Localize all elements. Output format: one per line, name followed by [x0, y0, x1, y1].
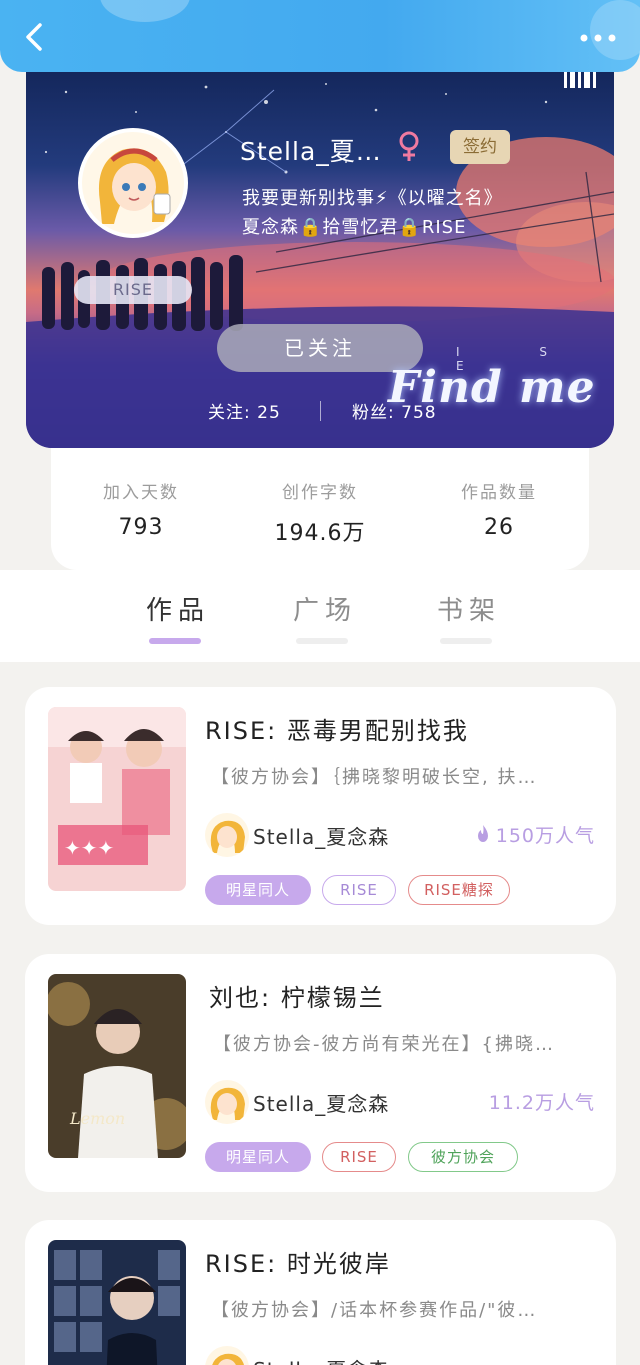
username: Stella_夏… — [240, 137, 382, 166]
tab-bookshelf[interactable]: 书架 — [437, 590, 501, 627]
popularity-text: 150万人气 — [495, 825, 595, 847]
back-arrow-icon[interactable] — [18, 20, 52, 54]
cover-illustration: ✦✦✦ — [48, 707, 186, 891]
find-me-overlay: Find me — [388, 362, 596, 413]
tag[interactable]: RISE — [322, 875, 396, 905]
tab-bar: 作品 广场 书架 — [0, 570, 640, 662]
tab-active-indicator — [149, 638, 201, 644]
bio-line: 我要更新别找事⚡《以曜之名》 — [242, 188, 503, 209]
following-count[interactable]: 关注: 25 — [208, 398, 281, 423]
author-name[interactable]: Stella_夏念森 — [253, 1354, 389, 1365]
svg-text:✦✦✦: ✦✦✦ — [64, 836, 114, 860]
stat-value: 194.6万 — [274, 521, 366, 546]
signed-badge: 签约 — [450, 130, 510, 164]
tab-square[interactable]: 广场 — [293, 590, 357, 627]
tag[interactable]: RISE — [322, 1142, 396, 1172]
author-name[interactable]: Stella_夏念森 — [253, 1088, 389, 1117]
tag[interactable]: 彼方协会 — [408, 1142, 518, 1172]
bio: 我要更新别找事⚡《以曜之名》 夏念森🔒拾雪忆君🔒RISE — [242, 184, 562, 242]
more-dots-icon[interactable] — [578, 26, 618, 50]
group-tag: RISE — [74, 276, 192, 304]
profile-banner: RISE Stella_夏… 签约 我要更新别找事⚡《以曜之名》 夏念森🔒拾雪忆… — [26, 72, 614, 448]
stat-label: 加入天数 — [103, 483, 179, 503]
stats-card: 加入天数 793 创作字数 194.6万 作品数量 26 — [51, 448, 589, 570]
fire-icon — [477, 825, 488, 842]
author-avatar-illustration — [210, 1087, 245, 1120]
work-description: 【彼方协会】/话本杯参赛作品/"彼… — [211, 1300, 538, 1321]
work-description: 【彼方协会】｛拂晓黎明破长空, 扶… — [211, 767, 538, 788]
top-bar — [0, 0, 640, 72]
avatar-illustration — [82, 132, 184, 234]
work-card[interactable]: Lemon 刘也: 柠檬锡兰 【彼方协会-彼方尚有荣光在】{拂晓… Stella… — [25, 954, 616, 1192]
author-row[interactable]: Stella_夏念森 150万人气 — [205, 813, 595, 857]
stat-word-count: 创作字数 194.6万 — [230, 478, 410, 547]
author-avatar-illustration — [212, 1353, 244, 1365]
stat-label: 作品数量 — [461, 483, 537, 503]
work-cover-image[interactable]: Lemon — [48, 974, 186, 1158]
tag[interactable]: 明星同人 — [205, 875, 311, 905]
work-cover-image[interactable]: ✦✦✦ — [48, 707, 186, 891]
cover-illustration: Lemon — [48, 974, 186, 1158]
author-row[interactable]: Stella_夏念森 — [205, 1346, 595, 1365]
stat-work-count: 作品数量 26 — [409, 478, 589, 540]
work-cover-image[interactable] — [48, 1240, 186, 1365]
tab-indicator — [440, 638, 492, 644]
work-card[interactable]: ✦✦✦ RISE: 恶毒男配别找我 【彼方协会】｛拂晓黎明破长空, 扶… Ste… — [25, 687, 616, 925]
tag[interactable]: RISE糖探 — [408, 875, 510, 905]
author-row[interactable]: Stella_夏念森 11.2万人气 — [205, 1080, 595, 1124]
tag[interactable]: 明星同人 — [205, 1142, 311, 1172]
avatar[interactable] — [78, 128, 188, 238]
divider — [320, 401, 321, 421]
bio-line: 夏念森🔒拾雪忆君🔒RISE — [242, 217, 467, 238]
stat-value: 793 — [118, 515, 164, 540]
tab-works[interactable]: 作品 — [146, 590, 210, 627]
work-description: 【彼方协会-彼方尚有荣光在】{拂晓… — [213, 1034, 555, 1055]
decor-bubble — [100, 0, 190, 22]
work-card[interactable]: RISE: 时光彼岸 【彼方协会】/话本杯参赛作品/"彼… Stella_夏念森 — [25, 1220, 616, 1365]
popularity: 150万人气 — [474, 821, 595, 848]
stat-join-days: 加入天数 793 — [51, 478, 231, 540]
stat-label: 创作字数 — [282, 483, 358, 503]
author-avatar[interactable] — [205, 1346, 249, 1365]
work-title[interactable]: 刘也: 柠檬锡兰 — [209, 978, 385, 1013]
author-name[interactable]: Stella_夏念森 — [253, 821, 389, 850]
work-title[interactable]: RISE: 时光彼岸 — [205, 1244, 391, 1279]
cover-illustration — [48, 1240, 186, 1365]
tab-indicator — [296, 638, 348, 644]
work-title[interactable]: RISE: 恶毒男配别找我 — [205, 711, 469, 746]
author-avatar[interactable] — [205, 1080, 249, 1124]
female-icon — [399, 131, 419, 161]
svg-text:Lemon: Lemon — [69, 1109, 125, 1128]
author-avatar[interactable] — [205, 813, 249, 857]
stat-value: 26 — [484, 515, 514, 540]
author-avatar-illustration — [210, 820, 245, 853]
popularity-text: 11.2万人气 — [488, 1092, 595, 1114]
